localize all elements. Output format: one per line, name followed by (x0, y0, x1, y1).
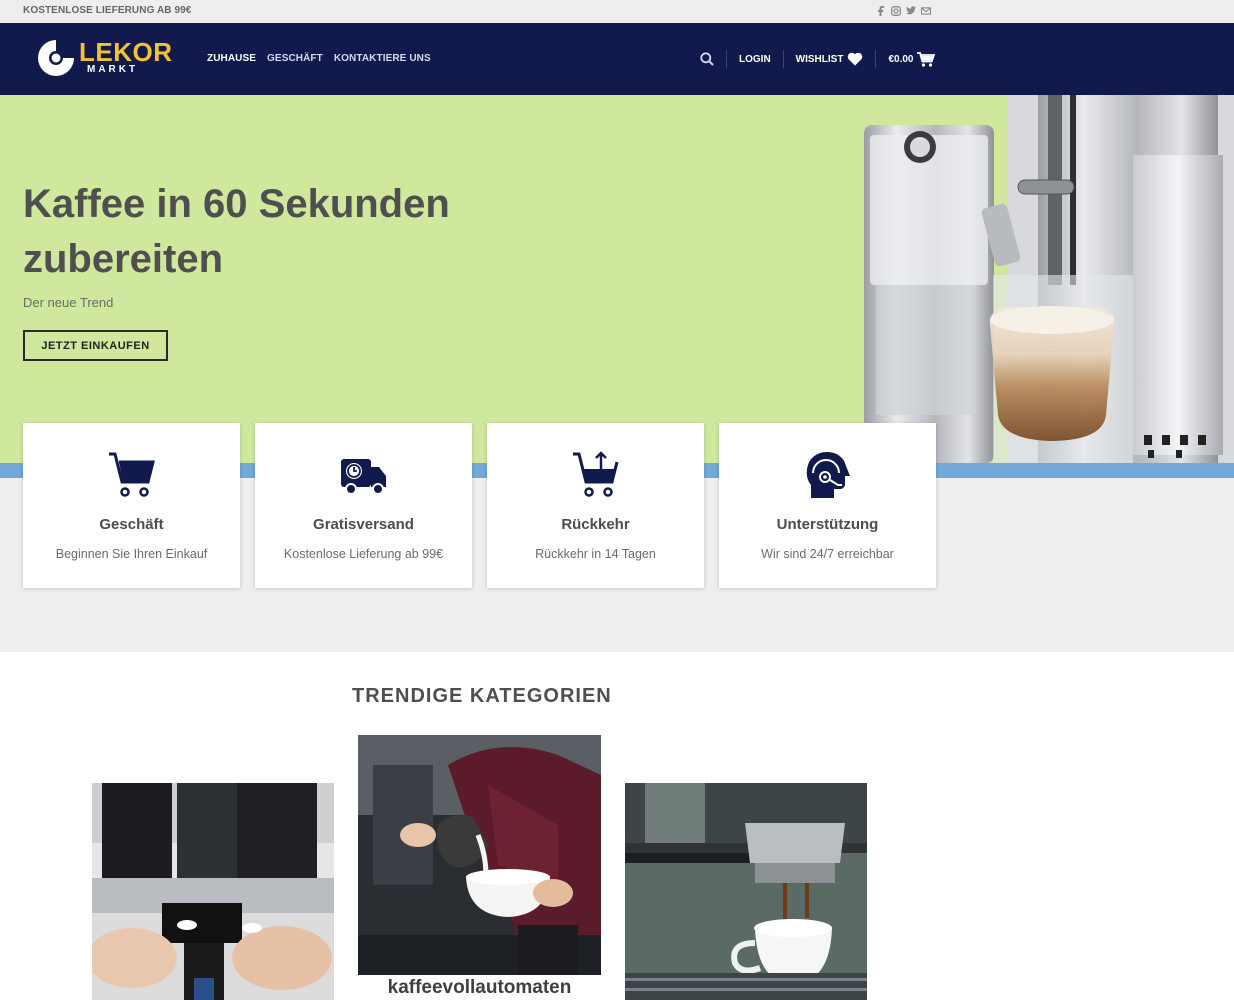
feature-description: Wir sind 24/7 erreichbar (761, 547, 894, 561)
cart-icon (917, 51, 936, 67)
hero-subtitle: Der neue Trend (23, 295, 114, 310)
search-icon (700, 52, 714, 66)
login-link[interactable]: LOGIN (739, 54, 771, 65)
twitter-icon[interactable] (906, 4, 916, 17)
facebook-icon[interactable] (876, 4, 886, 17)
delivery-truck-icon (341, 459, 386, 495)
wishlist-link[interactable]: WISHLIST (796, 52, 864, 66)
feature-card-shipping[interactable]: Gratisversand Kostenlose Lieferung ab 99… (255, 423, 472, 588)
nav-item-kontakt[interactable]: KONTAKTIERE UNS (334, 53, 431, 64)
coffee-machine-image (864, 95, 1234, 463)
feature-title: Unterstützung (776, 516, 879, 533)
site-logo[interactable]: LEKOR MARKT (36, 38, 173, 78)
feature-card-support[interactable]: Unterstützung Wir sind 24/7 erreichbar (719, 423, 936, 588)
feature-description: Rückkehr in 14 Tagen (535, 547, 656, 561)
logo-title: LEKOR (79, 37, 173, 67)
shop-now-button[interactable]: JETZT EINKAUFEN (23, 330, 168, 361)
main-nav: ZUHAUSE GESCHÄFT KONTAKTIERE UNS (207, 53, 431, 64)
divider (782, 50, 784, 68)
mail-icon[interactable] (921, 4, 931, 17)
search-button[interactable] (700, 52, 714, 66)
category-image-2[interactable] (358, 735, 601, 975)
category-image-3[interactable] (625, 783, 867, 1000)
divider (875, 50, 877, 68)
cart-icon (109, 452, 155, 497)
cart-link[interactable]: €0.00 (888, 51, 936, 67)
logo-mark-icon (36, 38, 76, 78)
wishlist-label: WISHLIST (795, 53, 844, 65)
heart-icon (848, 52, 863, 66)
section-title: TRENDIGE KATEGORIEN (352, 685, 612, 707)
cart-total: €0.00 (888, 53, 914, 65)
feature-card-shop[interactable]: Geschäft Beginnen Sie Ihren Einkauf (23, 423, 240, 588)
social-links (876, 4, 931, 17)
promo-text: KOSTENLOSE LIEFERUNG AB 99€ (23, 5, 192, 16)
nav-item-geschaeft[interactable]: GESCHÄFT (267, 53, 323, 64)
feature-description: Kostenlose Lieferung ab 99€ (283, 547, 444, 561)
category-image-1[interactable] (92, 783, 334, 1000)
header-actions: LOGIN WISHLIST €0.00 (700, 49, 936, 69)
top-bar: KOSTENLOSE LIEFERUNG AB 99€ (0, 0, 1234, 23)
hero-banner: Kaffee in 60 Sekunden zubereiten Der neu… (0, 95, 1234, 463)
instagram-icon[interactable] (891, 4, 901, 17)
site-header: LEKOR MARKT ZUHAUSE GESCHÄFT KONTAKTIERE… (0, 23, 1234, 95)
feature-title: Rückkehr (561, 516, 630, 533)
nav-item-zuhause[interactable]: ZUHAUSE (207, 53, 256, 64)
feature-title: Geschäft (99, 516, 164, 533)
feature-card-return[interactable]: Rückkehr Rückkehr in 14 Tagen (487, 423, 704, 588)
hero-title: Kaffee in 60 Sekunden zubereiten (23, 182, 450, 281)
divider (726, 50, 727, 68)
category-label[interactable]: kaffeevollautomaten (358, 977, 601, 999)
cart-return-icon (573, 451, 619, 497)
headset-support-icon (806, 452, 850, 498)
feature-title: Gratisversand (313, 516, 414, 533)
feature-description: Beginnen Sie Ihren Einkauf (55, 547, 208, 561)
